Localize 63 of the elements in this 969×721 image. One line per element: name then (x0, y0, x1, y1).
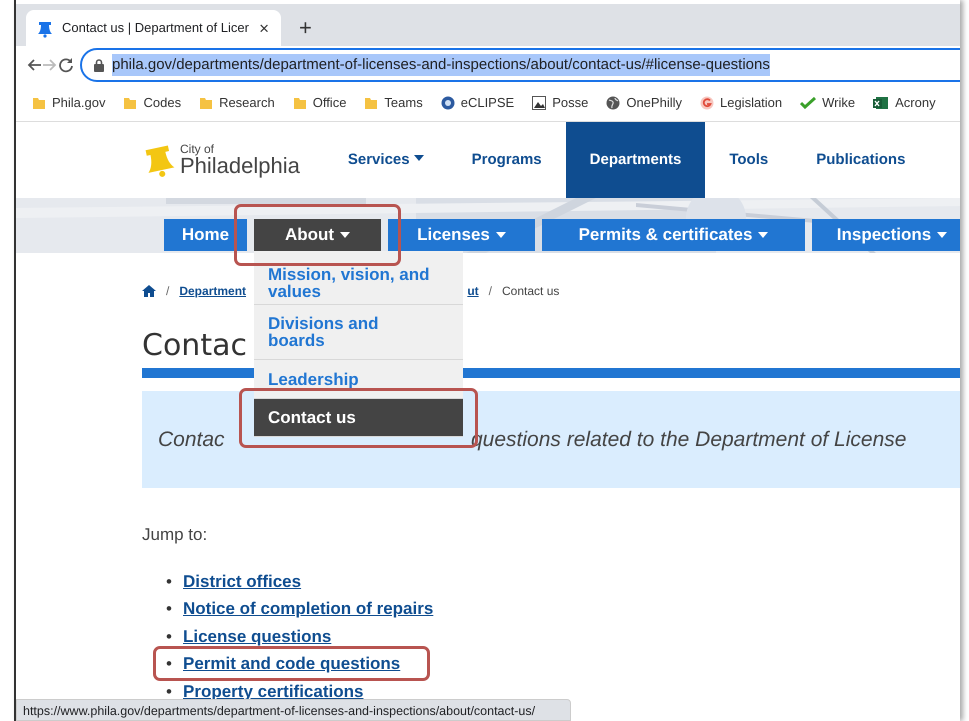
bookmark[interactable]: Phila.gov (32, 92, 106, 112)
new-tab-button[interactable]: + (293, 17, 318, 39)
bookmark[interactable]: Acrony (873, 92, 936, 112)
close-tab-button[interactable]: × (257, 20, 271, 36)
breadcrumb-separator: / (488, 283, 492, 300)
dropdown-menu-item[interactable]: Mission, vision, and values (254, 251, 463, 305)
section-nav-button[interactable]: Permits & certificates (542, 219, 805, 251)
status-bar-url: https://www.phila.gov/departments/department-of-licenses-and-inspections/about/contact-us/ (16, 699, 571, 721)
main-nav-link[interactable]: Departments (566, 122, 706, 198)
bullet-mark: • (166, 570, 173, 592)
folder-icon (32, 96, 46, 110)
bookmark[interactable]: Teams (364, 92, 423, 112)
lock-icon (94, 58, 104, 72)
breadcrumb-separator: / (166, 283, 170, 300)
jump-link[interactable]: District offices (183, 572, 302, 590)
bookmark[interactable]: Legislation (700, 92, 782, 112)
folder-icon (292, 96, 307, 110)
main-nav-link[interactable]: Programs (448, 122, 566, 198)
dropdown-menu-item[interactable]: Divisions and boards (254, 305, 463, 360)
page-title: Contac (142, 328, 247, 364)
letter-g-icon (700, 96, 714, 110)
section-nav-button[interactable]: Home (164, 219, 247, 251)
intro-text: Contac (158, 428, 225, 451)
bullet-mark: • (166, 653, 173, 675)
bookmark[interactable]: Wrike (800, 92, 856, 112)
folder-icon (123, 96, 138, 110)
browser-tab[interactable]: Contact us | Department of Licer × (26, 10, 281, 46)
globe-icon (606, 96, 620, 110)
bullet-mark: • (166, 626, 173, 648)
bookmark[interactable]: OnePhilly (606, 92, 682, 112)
main-nav-link[interactable]: Services (324, 122, 448, 198)
main-nav-link[interactable]: Tools (705, 122, 792, 198)
logo-subtitle: City of (180, 143, 216, 155)
jump-link[interactable]: Notice of completion of repairs (183, 599, 434, 618)
jump-link[interactable]: Permit and code questions (183, 654, 400, 673)
home-icon[interactable] (142, 285, 156, 297)
section-nav-button[interactable]: Inspections (812, 219, 960, 251)
check-icon (800, 96, 816, 110)
tab-title: Contact us | Department of Licer (62, 19, 250, 38)
breadcrumb-link[interactable]: Department (179, 284, 246, 298)
jump-to-label: Jump to: (142, 524, 208, 546)
logo-title: Philadelphia (180, 155, 300, 177)
bookmark[interactable]: Office (292, 92, 346, 112)
bookmark[interactable]: Research (199, 92, 275, 112)
bullet-mark: • (166, 598, 173, 620)
address-bar[interactable]: phila.gov/departments/department-of-licenses-and-inspections/about/contact-us/#license-questions (80, 48, 960, 82)
folder-icon (199, 96, 214, 110)
bookmark[interactable]: Codes (123, 92, 182, 112)
jump-link[interactable]: License questions (183, 626, 332, 646)
section-nav-button[interactable]: About (254, 219, 381, 251)
section-nav-button[interactable]: Licenses (388, 219, 535, 251)
folder-icon (364, 96, 378, 110)
picture-frame-icon (532, 96, 546, 110)
jump-link[interactable]: Property certifications (183, 682, 364, 700)
url-text: phila.gov/departments/department-of-licenses-and-inspections/about/contact-us/#license-questions (112, 54, 770, 76)
main-nav-link[interactable]: Publications (792, 122, 930, 198)
breadcrumb-current: Contact us (502, 283, 560, 300)
spreadsheet-icon (873, 96, 890, 110)
dropdown-menu-item[interactable]: Contact us (254, 399, 463, 437)
breadcrumb-link[interactable]: ut (467, 282, 479, 300)
ring-icon (440, 96, 455, 110)
bookmark[interactable]: eCLIPSE (440, 92, 514, 112)
bookmark[interactable]: Posse (532, 92, 588, 112)
